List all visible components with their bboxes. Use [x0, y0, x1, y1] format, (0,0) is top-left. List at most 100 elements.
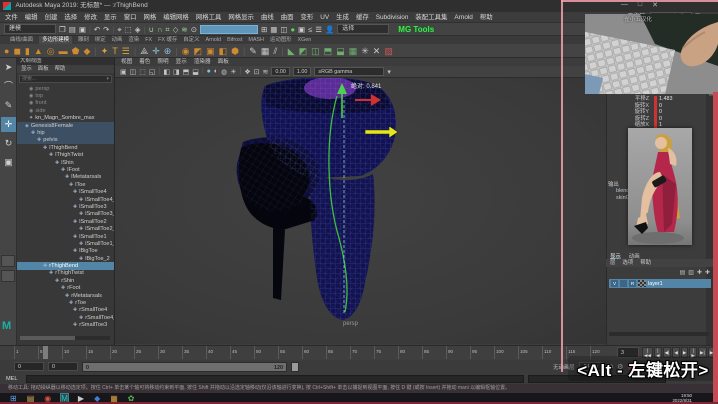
timeline-tick[interactable]: 50: [254, 346, 278, 359]
shelf-tool-icon[interactable]: T: [112, 45, 118, 57]
shelf-tool-icon[interactable]: ◩: [194, 45, 203, 57]
timeline-tick[interactable]: 80: [398, 346, 422, 359]
viewport-menu-item[interactable]: 渲染器: [194, 58, 211, 66]
outliner-item[interactable]: ✦ kn_Magn_Sombre_max: [17, 115, 114, 122]
shelf-tool-icon[interactable]: ▦: [349, 45, 358, 57]
shelf-tool-icon[interactable]: ✕: [373, 45, 381, 57]
menu-item[interactable]: 帮助: [480, 12, 493, 22]
outliner-menu-item[interactable]: 显示: [21, 65, 32, 73]
layer-playback-toggle[interactable]: [620, 280, 627, 287]
tool-button[interactable]: ✛: [1, 117, 16, 132]
window-control-button[interactable]: ✕: [652, 1, 658, 9]
menu-item[interactable]: 显示: [104, 12, 117, 22]
outliner-item[interactable]: ✚ hip: [17, 129, 114, 136]
mg-tools-label[interactable]: MG Tools: [398, 25, 434, 34]
menu-item[interactable]: 装配工具集: [415, 12, 447, 22]
shelf-tool-icon[interactable]: ▨: [384, 45, 393, 57]
shelf-tool-icon[interactable]: ◩: [299, 45, 308, 57]
viewport-menu-item[interactable]: 视图: [121, 58, 132, 66]
outliner-item[interactable]: ✚ lSmallToe2_2: [17, 225, 114, 232]
viewport-menu-item[interactable]: 照明: [157, 58, 168, 66]
timeline-tick[interactable]: 60: [302, 346, 326, 359]
command-input[interactable]: [26, 375, 524, 383]
outliner-item[interactable]: ✚ lSmallToe1_2: [17, 240, 114, 247]
colorspace-dropdown[interactable]: sRGB gamma: [314, 67, 384, 76]
outliner-item[interactable]: ◉ side: [17, 107, 114, 114]
layout-four-view-button[interactable]: [1, 270, 15, 282]
outliner-item[interactable]: ✚ lBigToe: [17, 248, 114, 255]
shelf-tool-icon[interactable]: ▬: [59, 45, 68, 57]
viewport-toolbar-icon[interactable]: |: [240, 68, 242, 76]
status-icon[interactable]: ≤: [308, 24, 312, 35]
shelf-tool-icon[interactable]: ◣: [288, 45, 295, 57]
shelf-tab[interactable]: 雕刻: [78, 36, 89, 44]
range-slider-handle[interactable]: [291, 362, 299, 372]
shelf-tool-icon[interactable]: ⬒: [324, 45, 333, 57]
status-icon[interactable]: ∩: [157, 24, 162, 35]
outliner-item[interactable]: ✚ lThighBend: [17, 144, 114, 151]
menu-set-dropdown[interactable]: 建模: [4, 24, 56, 34]
selection-dropdown[interactable]: 选择: [337, 24, 389, 34]
shelf-tool-icon[interactable]: ⬟: [72, 45, 80, 57]
tool-button[interactable]: ➤: [1, 60, 16, 75]
shelf-tool-icon[interactable]: ◼: [13, 45, 20, 57]
shelf-tab[interactable]: 动画: [112, 36, 123, 44]
viewport-toolbar-icon[interactable]: ◫: [130, 68, 137, 76]
status-icon[interactable]: |: [112, 24, 114, 35]
outliner-item[interactable]: ✚ lSmallToe2: [17, 218, 114, 225]
status-icon[interactable]: |: [89, 24, 91, 35]
shelf-tab[interactable]: 多边形建模: [39, 36, 72, 44]
timeline-tick[interactable]: 45: [230, 346, 254, 359]
layer-button[interactable]: ▥: [688, 269, 694, 276]
shelf-tool-icon[interactable]: ⟁: [140, 45, 148, 57]
channel-row[interactable]: 旋转Z 0: [607, 116, 718, 123]
status-icon[interactable]: ⌖: [117, 24, 121, 35]
outliner-item[interactable]: ✚ rThighBend: [17, 262, 114, 269]
gamma-field[interactable]: 1.00: [293, 67, 312, 76]
layer-button[interactable]: ✚: [697, 269, 702, 276]
shelf-tool-icon[interactable]: ☰: [122, 45, 130, 57]
status-icon[interactable]: ∪: [148, 24, 154, 35]
menu-item[interactable]: 选择: [64, 12, 77, 22]
viewport-menu-item[interactable]: 着色: [139, 58, 150, 66]
timeline-tick[interactable]: 85: [422, 346, 446, 359]
viewport-canvas[interactable]: 绝对: 0.841 persp: [115, 78, 606, 344]
menu-item[interactable]: UV: [320, 12, 329, 22]
viewport-menu-item[interactable]: 面板: [218, 58, 229, 66]
viewport-toolbar-icon[interactable]: ●: [207, 68, 211, 76]
shelf-tool-icon[interactable]: |: [175, 45, 177, 57]
outliner-search-input[interactable]: 搜索... ▾: [19, 75, 112, 83]
shelf-tool-icon[interactable]: ✛: [152, 45, 160, 57]
outliner-item[interactable]: ✚ lMetatarsals: [17, 174, 114, 181]
layer-editor-tab[interactable]: 显示: [610, 252, 621, 259]
viewport-toolbar-icon[interactable]: ☀: [230, 68, 236, 76]
shelf-tool-icon[interactable]: |: [134, 45, 136, 57]
outliner-item[interactable]: ✚ pelvis: [17, 137, 114, 144]
timeline-tick[interactable]: 25: [134, 346, 158, 359]
outliner-item[interactable]: ◉ top: [17, 92, 114, 99]
shelf-tab[interactable]: 曲线/曲面: [10, 36, 33, 44]
menu-item[interactable]: 缓存: [356, 12, 369, 22]
status-icon[interactable]: ☰: [315, 24, 322, 35]
anim-start-field[interactable]: 0: [14, 362, 44, 371]
command-language-toggle[interactable]: MEL: [6, 376, 22, 382]
tool-button[interactable]: ▣: [1, 155, 16, 170]
viewport-toolbar-icon[interactable]: ❖: [244, 68, 250, 76]
outliner-item[interactable]: ✚ rThighTwist: [17, 270, 114, 277]
timeline-tick[interactable]: 30: [158, 346, 182, 359]
layer-menu-item[interactable]: 帮助: [640, 259, 651, 267]
viewport-toolbar-icon[interactable]: ◍: [221, 68, 227, 76]
timeline-tick[interactable]: 65: [326, 346, 350, 359]
status-icon[interactable]: ≋: [181, 24, 187, 35]
outliner-item[interactable]: ✚ rShin: [17, 277, 114, 284]
layer-visibility-toggle[interactable]: V: [611, 280, 618, 287]
outliner-menu-item[interactable]: 帮助: [55, 65, 66, 73]
shelf-tool-icon[interactable]: ▣: [206, 45, 215, 57]
window-control-button[interactable]: —: [621, 1, 628, 9]
shelf-tool-icon[interactable]: ◧: [219, 45, 228, 57]
viewport-toolbar-icon[interactable]: ⊡: [254, 68, 260, 76]
menu-item[interactable]: 修改: [84, 12, 97, 22]
shelf-tab[interactable]: 渲染: [128, 36, 139, 44]
channel-row[interactable]: 平移Z 1.483: [607, 96, 718, 103]
status-icon[interactable]: ◈: [135, 24, 141, 35]
